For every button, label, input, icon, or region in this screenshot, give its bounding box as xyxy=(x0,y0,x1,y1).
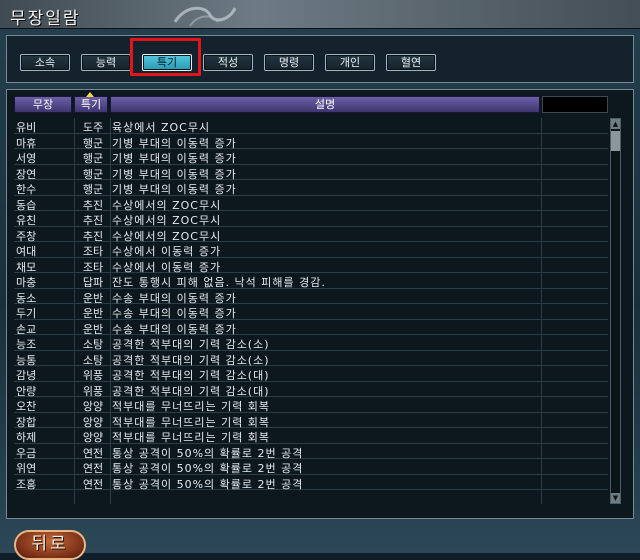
column-header-officer[interactable]: 무장 xyxy=(14,96,72,113)
tab-kinship[interactable]: 혈연 xyxy=(386,54,436,71)
table-row[interactable]: 장연 행군 기병 부대의 이동력 증가 xyxy=(14,165,608,181)
officer-table: 유비 도주 육상에서 ZOC무시 마휴 행군 기병 부대의 이동력 증가 서영 행군 기병 부대… xyxy=(14,118,608,504)
table-row[interactable]: 능조 소탕 공격한 적부대의 기력 감소(소) xyxy=(14,335,608,351)
column-divider xyxy=(110,118,111,504)
table-scrollbar[interactable]: ▲ ▼ xyxy=(610,118,621,504)
table-row[interactable]: 안량 위풍 공격한 적부대의 기력 감소(대) xyxy=(14,382,608,398)
table-row[interactable]: 위연 연전 통상 공격이 50%의 확률로 2번 공격 xyxy=(14,459,608,475)
table-row[interactable]: 마충 답파 잔도 통행시 피해 없음. 낙석 피해를 경감. xyxy=(14,273,608,289)
sort-indicator-icon xyxy=(86,92,94,97)
scroll-down-icon[interactable]: ▼ xyxy=(611,493,620,503)
tab-ability[interactable]: 능력 xyxy=(81,54,131,71)
back-button[interactable]: 뒤로 xyxy=(14,530,86,560)
table-row[interactable]: 한수 행군 기병 부대의 이동력 증가 xyxy=(14,180,608,196)
window-title: 무장일람 xyxy=(10,9,81,29)
description-cell: 통상 공격이 50%의 확률로 2번 공격 xyxy=(112,477,304,491)
tab-aptitude[interactable]: 적성 xyxy=(203,54,253,71)
tab-bar: 소속 능력 특기 적성 명령 개인 혈연 xyxy=(6,35,634,83)
table-row[interactable]: 마휴 행군 기병 부대의 이동력 증가 xyxy=(14,134,608,150)
scroll-thumb[interactable] xyxy=(611,131,620,151)
table-row[interactable]: 하제 앙양 적부대를 무너뜨리는 기력 회복 xyxy=(14,428,608,444)
tab-command[interactable]: 명령 xyxy=(264,54,314,71)
table-row[interactable]: 감녕 위풍 공격한 적부대의 기력 감소(대) xyxy=(14,366,608,382)
scroll-up-icon[interactable]: ▲ xyxy=(611,119,620,129)
officer-name-cell: 조홍 xyxy=(16,477,37,491)
table-row[interactable]: 두기 운반 수송 부대의 이동력 증가 xyxy=(14,304,608,320)
column-header-skill[interactable]: 특기 xyxy=(74,96,108,113)
column-divider xyxy=(74,118,75,504)
column-header-extra xyxy=(542,96,608,113)
table-row[interactable]: 유비 도주 육상에서 ZOC무시 xyxy=(14,118,608,134)
table-header: 무장 특기 설명 xyxy=(14,92,608,113)
table-row[interactable]: 동습 추진 수상에서의 ZOC무시 xyxy=(14,196,608,212)
table-row[interactable]: 유친 추진 수상에서의 ZOC무시 xyxy=(14,211,608,227)
table-row[interactable]: 채모 조타 수상에서 이동력 증가 xyxy=(14,258,608,274)
table-row[interactable]: 동소 운반 수송 부대의 이동력 증가 xyxy=(14,289,608,305)
cloud-swirl-icon xyxy=(173,6,237,27)
skill-cell: 연전 xyxy=(82,477,104,491)
tab-personal[interactable]: 개인 xyxy=(325,54,375,71)
table-row[interactable]: 오찬 앙양 적부대를 무너뜨리는 기력 회복 xyxy=(14,397,608,413)
selection-highlight xyxy=(130,38,201,76)
table-row[interactable]: 여대 조타 수상에서 이동력 증가 xyxy=(14,242,608,258)
column-header-description[interactable]: 설명 xyxy=(110,96,540,113)
table-row[interactable]: 장합 앙양 적부대를 무너뜨리는 기력 회복 xyxy=(14,413,608,429)
table-row[interactable]: 조홍 연전 통상 공격이 50%의 확률로 2번 공격 xyxy=(14,475,608,491)
table-row[interactable]: 손교 운반 수송 부대의 이동력 증가 xyxy=(14,320,608,336)
tab-affiliation[interactable]: 소속 xyxy=(20,54,70,71)
table-row[interactable]: 능통 소탕 공격한 적부대의 기력 감소(소) xyxy=(14,351,608,367)
table-row[interactable]: 주창 추진 수상에서의 ZOC무시 xyxy=(14,227,608,243)
table-row[interactable]: 서영 행군 기병 부대의 이동력 증가 xyxy=(14,149,608,165)
column-divider xyxy=(541,118,542,504)
table-row[interactable]: 우금 연전 통상 공격이 50%의 확률로 2번 공격 xyxy=(14,444,608,460)
window-frame: 무장일람 소속 능력 특기 적성 명령 개인 혈연 무장 특기 설명 유비 도주 육… xyxy=(0,0,640,560)
title-bar: 무장일람 xyxy=(0,0,640,29)
